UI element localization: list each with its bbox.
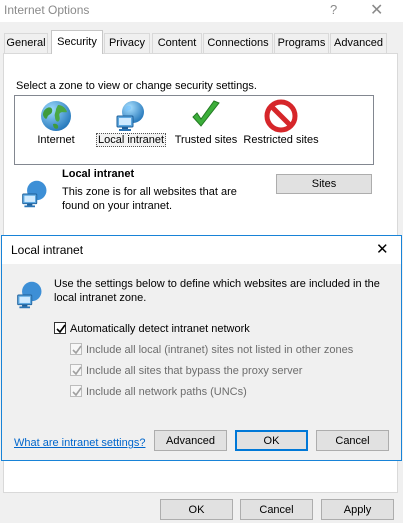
- sites-button[interactable]: Sites: [276, 174, 372, 194]
- intranet-settings-help-link[interactable]: What are intranet settings?: [14, 437, 145, 449]
- cancel-button[interactable]: Cancel: [240, 499, 313, 520]
- include-unc-paths-checkbox[interactable]: Include all network paths (UNCs): [70, 385, 247, 398]
- intranet-icon: [17, 281, 42, 309]
- include-proxy-bypass-label: Include all sites that bypass the proxy …: [86, 365, 303, 377]
- apply-button[interactable]: Apply: [321, 499, 394, 520]
- window-titlebar: Internet Options ? ✕: [0, 0, 403, 22]
- checkmark-icon: [192, 100, 220, 127]
- include-local-sites-checkbox[interactable]: Include all local (intranet) sites not l…: [70, 343, 353, 356]
- include-unc-paths-label: Include all network paths (UNCs): [86, 386, 247, 398]
- globe-icon: [41, 101, 71, 131]
- checkmark-icon: [72, 387, 82, 397]
- checkmark-icon: [72, 345, 82, 355]
- zone-title: Local intranet: [62, 168, 135, 180]
- auto-detect-checkbox[interactable]: Automatically detect intranet network: [54, 322, 250, 335]
- checkbox-box[interactable]: [54, 322, 66, 334]
- dialog-close-button[interactable]: ✕: [376, 240, 389, 258]
- zone-trusted-sites[interactable]: Trusted sites: [165, 96, 247, 164]
- help-button[interactable]: ?: [330, 2, 337, 17]
- zone-local-intranet[interactable]: Local intranet: [90, 96, 172, 164]
- dialog-title: Local intranet: [11, 243, 84, 257]
- dialog-titlebar: Local intranet ✕: [2, 236, 401, 264]
- tab-general[interactable]: General: [4, 33, 48, 53]
- dialog-description: Use the settings below to define which w…: [54, 278, 380, 304]
- tab-advanced[interactable]: Advanced: [330, 33, 387, 53]
- include-proxy-bypass-checkbox[interactable]: Include all sites that bypass the proxy …: [70, 364, 302, 377]
- window-title: Internet Options: [4, 3, 90, 17]
- tab-privacy[interactable]: Privacy: [104, 33, 150, 53]
- dialog-ok-button[interactable]: OK: [235, 430, 308, 451]
- ok-button[interactable]: OK: [160, 499, 233, 520]
- local-intranet-dialog: Local intranet ✕ Use the settings below …: [1, 235, 402, 461]
- zone-internet-label: Internet: [37, 134, 75, 146]
- checkmark-icon: [72, 366, 82, 376]
- checkbox-box[interactable]: [70, 364, 82, 376]
- zone-list: Internet Local intranet Trusted sites Re…: [14, 95, 374, 165]
- dialog-cancel-button[interactable]: Cancel: [316, 430, 389, 451]
- tab-security[interactable]: Security: [51, 30, 103, 54]
- zone-trusted-sites-label: Trusted sites: [174, 134, 238, 146]
- zone-restricted-sites[interactable]: Restricted sites: [240, 96, 322, 164]
- checkbox-box[interactable]: [70, 385, 82, 397]
- zone-local-intranet-label: Local intranet: [95, 133, 167, 147]
- advanced-button[interactable]: Advanced: [154, 430, 227, 451]
- close-button[interactable]: ✕: [370, 0, 383, 20]
- intranet-zone-icon: [22, 180, 47, 208]
- zone-internet[interactable]: Internet: [15, 96, 97, 164]
- tab-programs[interactable]: Programs: [274, 33, 329, 53]
- auto-detect-label: Automatically detect intranet network: [70, 323, 250, 335]
- intranet-icon: [116, 101, 144, 131]
- tab-content[interactable]: Content: [152, 33, 202, 53]
- checkbox-box[interactable]: [70, 343, 82, 355]
- zone-description: This zone is for all websites that are f…: [62, 186, 237, 212]
- include-local-sites-label: Include all local (intranet) sites not l…: [86, 344, 354, 356]
- restricted-icon: [264, 99, 298, 133]
- zone-restricted-sites-label: Restricted sites: [243, 134, 319, 146]
- zone-prompt: Select a zone to view or change security…: [16, 80, 257, 92]
- tab-connections[interactable]: Connections: [203, 33, 273, 53]
- checkmark-icon: [56, 324, 66, 334]
